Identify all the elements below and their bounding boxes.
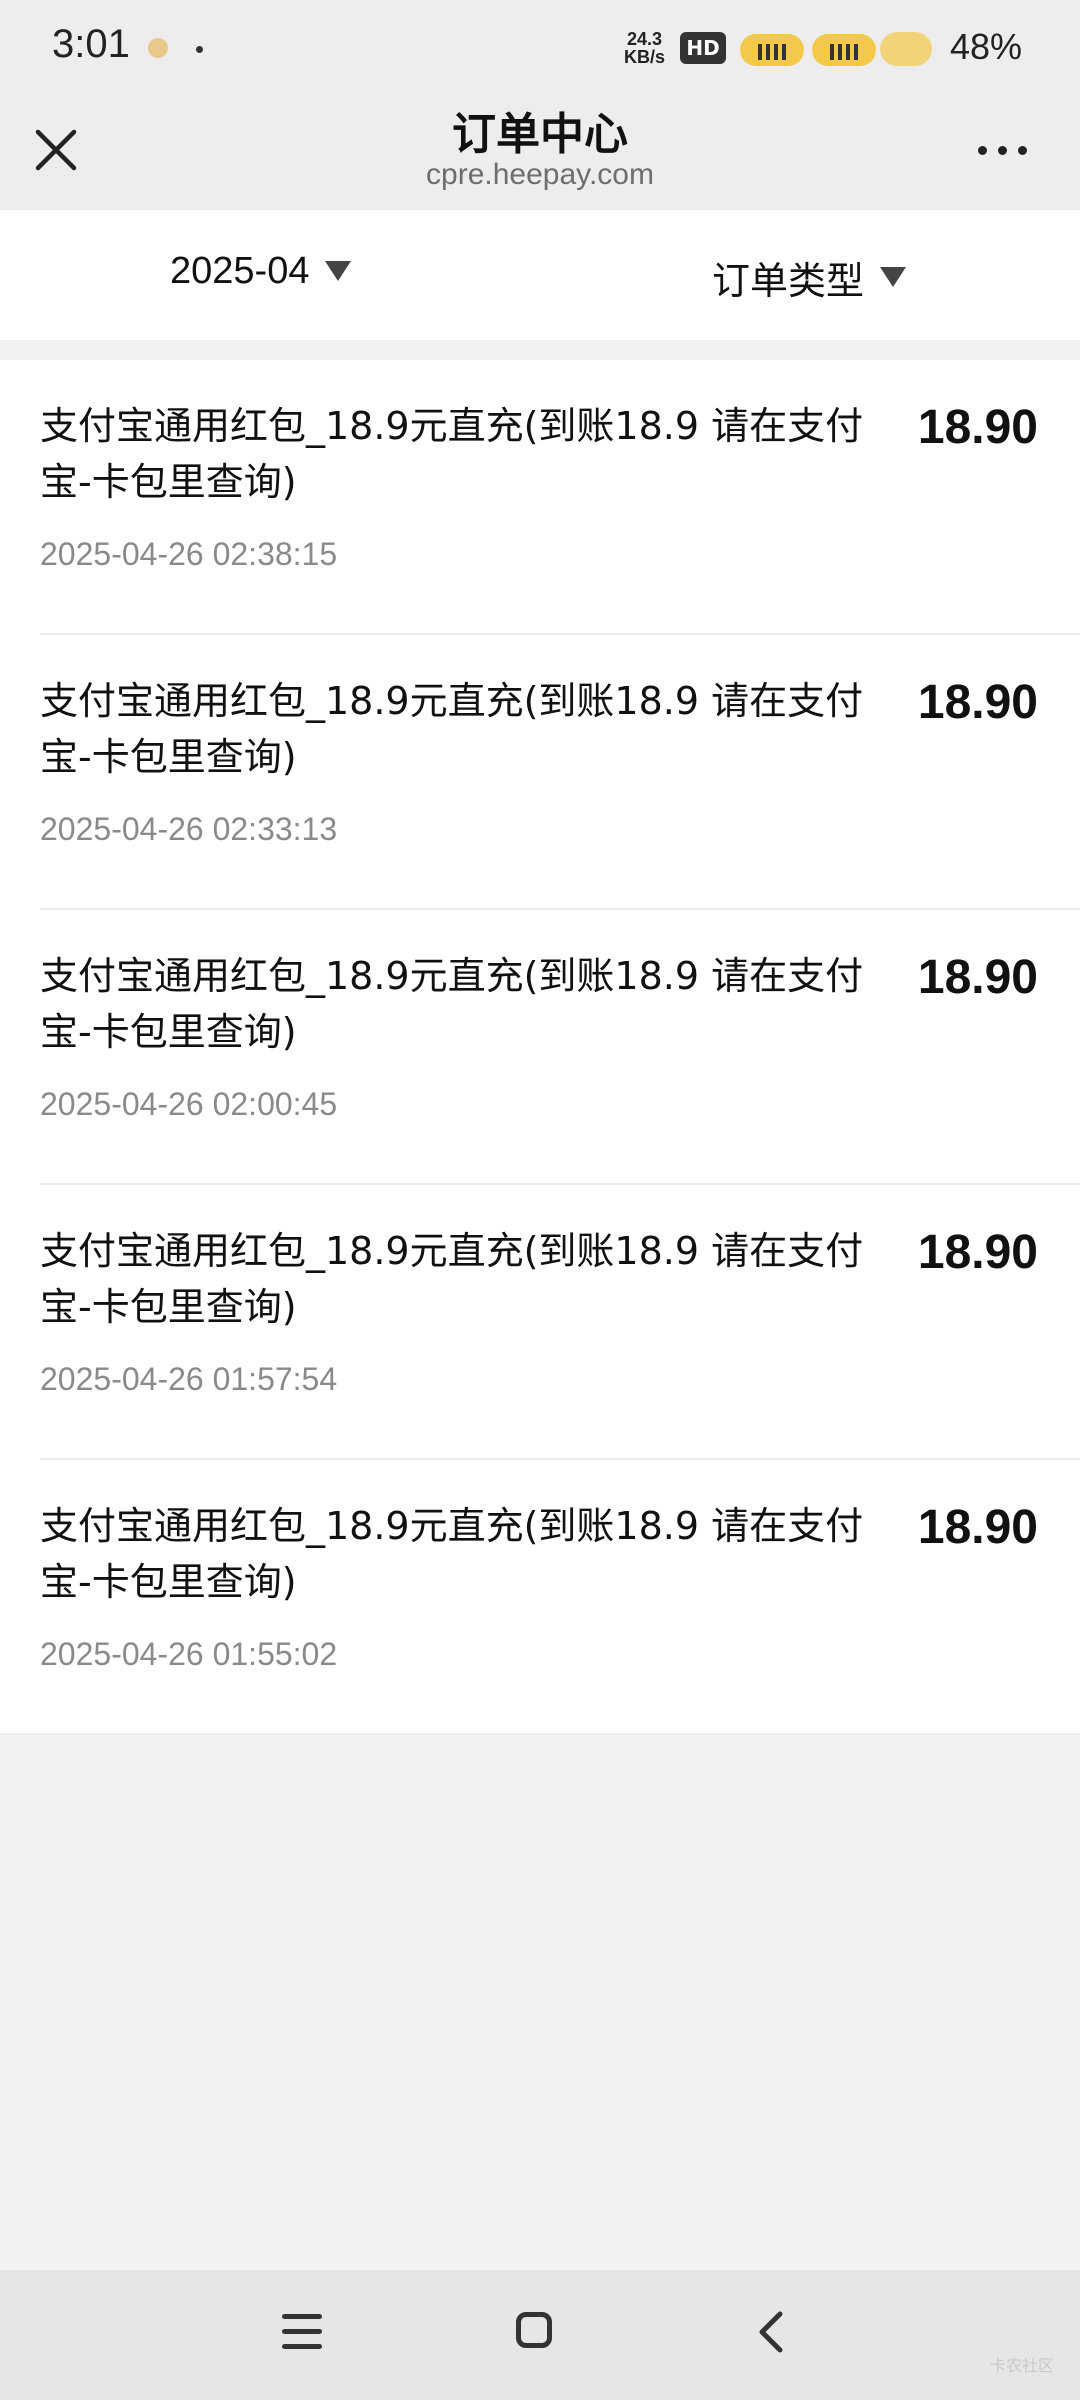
menu-button[interactable] — [282, 2314, 322, 2350]
order-name: 支付宝通用红包_18.9元直充(到账18.9 请在支付宝-卡包里查询) — [40, 679, 864, 779]
battery-character-icon — [880, 32, 932, 66]
order-type-filter[interactable]: 订单类型 — [712, 250, 907, 305]
more-button[interactable] — [976, 140, 1036, 160]
order-amount: 18.90 — [917, 676, 1038, 729]
order-time: 2025-04-26 02:33:13 — [40, 811, 338, 847]
order-time: 2025-04-26 01:55:02 — [40, 1636, 338, 1672]
date-filter[interactable]: 2025-04 — [170, 250, 352, 293]
order-row[interactable]: 支付宝通用红包_18.9元直充(到账18.9 请在支付宝-卡包里查询) 2025… — [0, 635, 1080, 910]
order-amount: 18.90 — [917, 401, 1038, 454]
order-row[interactable]: 支付宝通用红包_18.9元直充(到账18.9 请在支付宝-卡包里查询) 2025… — [0, 910, 1080, 1185]
row-divider — [0, 1733, 1080, 1735]
order-time: 2025-04-26 02:00:45 — [40, 1086, 338, 1122]
page-domain: cpre.heepay.com — [426, 158, 654, 191]
watermark: 卡农社区 — [990, 2356, 1055, 2375]
order-list: 支付宝通用红包_18.9元直充(到账18.9 请在支付宝-卡包里查询) 2025… — [0, 360, 1080, 1735]
back-button[interactable] — [752, 2310, 792, 2354]
order-name: 支付宝通用红包_18.9元直充(到账18.9 请在支付宝-卡包里查询) — [40, 1229, 864, 1329]
signal-1-icon — [740, 34, 804, 66]
page-title: 订单中心 — [452, 109, 628, 160]
order-row[interactable]: 支付宝通用红包_18.9元直充(到账18.9 请在支付宝-卡包里查询) 2025… — [0, 360, 1080, 635]
triangle-down-icon — [880, 266, 907, 287]
order-name: 支付宝通用红包_18.9元直充(到账18.9 请在支付宝-卡包里查询) — [40, 1504, 864, 1604]
battery-percent: 48% — [950, 26, 1023, 67]
order-name: 支付宝通用红包_18.9元直充(到账18.9 请在支付宝-卡包里查询) — [40, 954, 864, 1054]
status-bar: 3:01 24.3 KB/s HD 48% — [0, 0, 1080, 96]
notification-app-icon — [148, 38, 168, 58]
order-name: 支付宝通用红包_18.9元直充(到账18.9 请在支付宝-卡包里查询) — [40, 404, 864, 504]
order-time: 2025-04-26 02:38:15 — [40, 536, 338, 572]
triangle-down-icon — [325, 260, 352, 281]
date-filter-label: 2025-04 — [170, 250, 310, 292]
order-type-filter-label: 订单类型 — [712, 259, 865, 303]
menu-icon — [282, 2314, 322, 2319]
order-amount: 18.90 — [917, 951, 1038, 1004]
network-speed-value: 24.3 — [626, 29, 663, 49]
order-row[interactable]: 支付宝通用红包_18.9元直充(到账18.9 请在支付宝-卡包里查询) 2025… — [0, 1185, 1080, 1460]
network-speed: 24.3 KB/s — [624, 30, 665, 66]
order-amount: 18.90 — [917, 1501, 1038, 1554]
status-time: 3:01 — [52, 22, 130, 66]
order-amount: 18.90 — [917, 1226, 1038, 1279]
more-icon — [978, 146, 987, 155]
back-icon — [759, 2311, 783, 2353]
section-gap — [0, 340, 1080, 360]
signal-2-icon — [812, 34, 876, 66]
order-time: 2025-04-26 01:57:54 — [40, 1361, 338, 1397]
filter-bar: 2025-04 订单类型 — [0, 210, 1080, 340]
home-button[interactable] — [516, 2312, 552, 2348]
hd-badge-icon: HD — [680, 32, 726, 64]
order-row[interactable]: 支付宝通用红包_18.9元直充(到账18.9 请在支付宝-卡包里查询) 2025… — [0, 1460, 1080, 1735]
notification-dot-icon — [196, 46, 203, 53]
title-bar: 订单中心 cpre.heepay.com — [0, 96, 1080, 210]
network-speed-unit: KB/s — [624, 47, 666, 67]
system-nav-bar — [0, 2270, 1080, 2400]
